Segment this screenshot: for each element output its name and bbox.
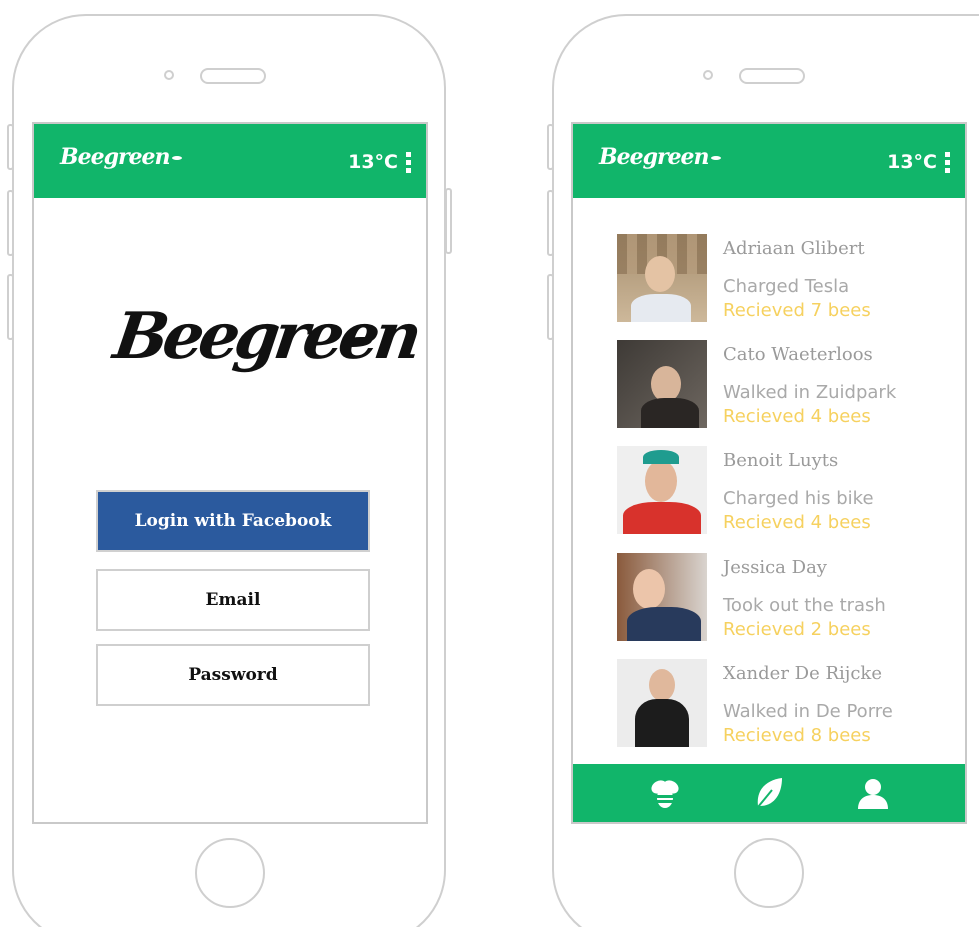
feed-item[interactable]: Xander De Rijcke Walked in De Porre Reci… bbox=[617, 659, 957, 749]
avatar bbox=[617, 553, 707, 641]
feed-item-name: Benoit Luyts bbox=[723, 450, 839, 471]
beegreen-logo: Beegreen bbox=[109, 299, 422, 374]
home-button[interactable] bbox=[734, 838, 804, 908]
phone-side-button bbox=[7, 190, 14, 256]
feed-item-reward: Recieved 4 bees bbox=[723, 512, 871, 533]
avatar bbox=[617, 234, 707, 322]
feed-item[interactable]: Benoit Luyts Charged his bike Recieved 4… bbox=[617, 446, 957, 536]
phone-side-button bbox=[547, 124, 554, 170]
user-icon[interactable] bbox=[855, 775, 891, 811]
feed-item-action: Took out the trash bbox=[723, 595, 886, 616]
feed-item-name: Jessica Day bbox=[723, 557, 827, 578]
camera-icon bbox=[703, 70, 713, 80]
feed-item-name: Adriaan Glibert bbox=[723, 238, 865, 259]
feed-item-reward: Recieved 8 bees bbox=[723, 725, 871, 746]
phone-side-button bbox=[547, 190, 554, 256]
temperature-label: 13°C bbox=[348, 151, 398, 173]
bottom-nav bbox=[573, 764, 965, 822]
camera-icon bbox=[164, 70, 174, 80]
feed-screen: Beegreen 13°C Adriaan Glibert Charged Te… bbox=[571, 122, 967, 824]
kebab-icon[interactable] bbox=[406, 152, 412, 174]
feed-item-name: Cato Waeterloos bbox=[723, 344, 873, 365]
app-bar: Beegreen 13°C bbox=[34, 124, 426, 198]
speaker-grille bbox=[739, 68, 805, 84]
leaf-icon[interactable] bbox=[751, 775, 787, 811]
feed-item[interactable]: Cato Waeterloos Walked in Zuidpark Recie… bbox=[617, 340, 957, 430]
feed-item[interactable]: Adriaan Glibert Charged Tesla Recieved 7… bbox=[617, 234, 957, 324]
avatar bbox=[617, 340, 707, 428]
phone-side-button bbox=[547, 274, 554, 340]
avatar bbox=[617, 659, 707, 747]
kebab-icon[interactable] bbox=[945, 152, 951, 174]
phone-side-button bbox=[7, 274, 14, 340]
feed-item-action: Walked in Zuidpark bbox=[723, 382, 897, 403]
feed-item-action: Walked in De Porre bbox=[723, 701, 893, 722]
login-facebook-button[interactable]: Login with Facebook bbox=[96, 490, 370, 552]
appbar-logo: Beegreen bbox=[60, 144, 182, 170]
avatar bbox=[617, 446, 707, 534]
home-button[interactable] bbox=[195, 838, 265, 908]
feed-item-reward: Recieved 2 bees bbox=[723, 619, 871, 640]
email-field[interactable]: Email bbox=[96, 569, 370, 631]
feed-item-reward: Recieved 4 bees bbox=[723, 406, 871, 427]
login-screen: Beegreen 13°C Beegreen Login with Facebo… bbox=[32, 122, 428, 824]
appbar-logo: Beegreen bbox=[599, 144, 721, 170]
password-field[interactable]: Password bbox=[96, 644, 370, 706]
temperature-label: 13°C bbox=[887, 151, 937, 173]
feed-item-action: Charged Tesla bbox=[723, 276, 850, 297]
phone-side-button bbox=[7, 124, 14, 170]
speaker-grille bbox=[200, 68, 266, 84]
phone-side-button bbox=[445, 188, 452, 254]
bee-icon[interactable] bbox=[647, 775, 683, 811]
activity-feed: Adriaan Glibert Charged Tesla Recieved 7… bbox=[573, 198, 965, 764]
feed-item[interactable]: Jessica Day Took out the trash Recieved … bbox=[617, 553, 957, 643]
app-bar: Beegreen 13°C bbox=[573, 124, 965, 198]
feed-item-action: Charged his bike bbox=[723, 488, 874, 509]
feed-item-reward: Recieved 7 bees bbox=[723, 300, 871, 321]
feed-item-name: Xander De Rijcke bbox=[723, 663, 882, 684]
